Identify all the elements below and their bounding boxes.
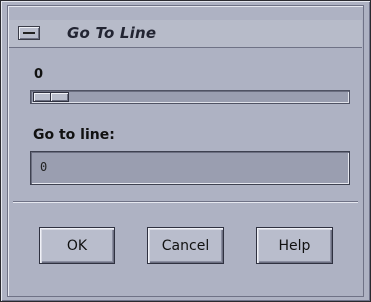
window-title: Go To Line [67,24,157,42]
goto-line-label: Go to line: [33,127,115,143]
window-menu-icon[interactable] [18,26,40,40]
line-scale-slider[interactable] [30,90,350,104]
title-bar[interactable]: Go To Line [9,20,362,48]
slider-thumb-notch-highlight [51,93,52,101]
button-separator [13,201,358,203]
window-menu-bar-glyph [23,32,35,34]
scale-value-label: 0 [34,67,44,82]
ok-button[interactable]: OK [39,227,115,264]
help-button[interactable]: Help [256,227,333,264]
cancel-button[interactable]: Cancel [147,227,224,264]
goto-line-input[interactable]: 0 [30,151,350,185]
slider-thumb[interactable] [33,92,69,102]
